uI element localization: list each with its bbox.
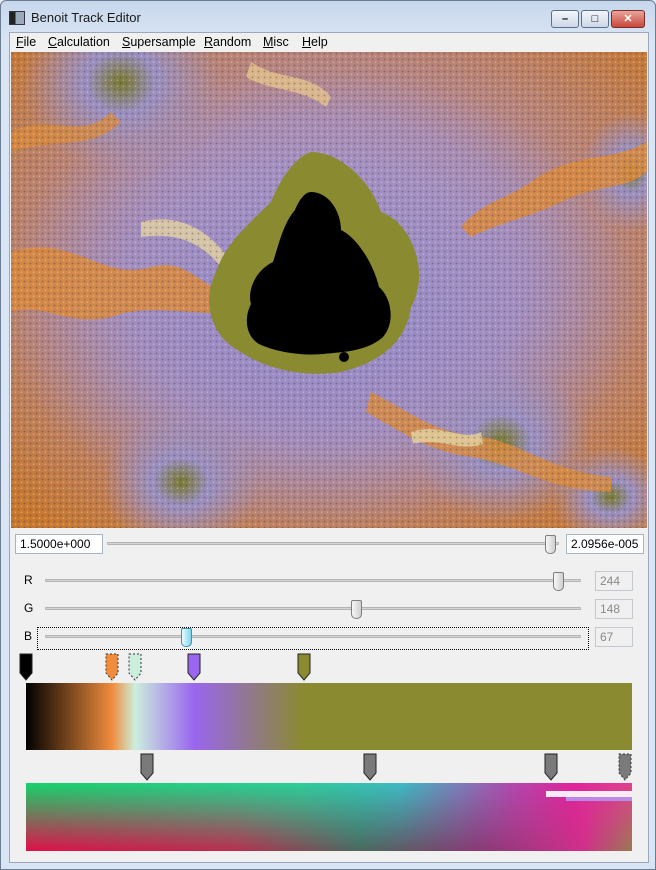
fractal-preview[interactable] xyxy=(11,52,647,528)
close-button[interactable]: ✕ xyxy=(611,10,645,28)
maximize-button[interactable]: □ xyxy=(581,10,609,28)
app-window: Benoit Track Editor – □ ✕ File Calculati… xyxy=(0,0,656,870)
green-slider-track[interactable] xyxy=(45,607,581,610)
minimize-icon: – xyxy=(561,13,569,25)
track-keyframe-marker[interactable] xyxy=(618,753,632,781)
menu-random[interactable]: Random xyxy=(204,35,251,49)
blue-value-field: 67 xyxy=(595,627,633,647)
red-slider-track[interactable] xyxy=(45,579,581,582)
red-slider-thumb[interactable] xyxy=(552,572,564,591)
zoom-start-field[interactable]: 1.5000e+000 xyxy=(15,534,103,554)
palette-stop-marker[interactable] xyxy=(297,653,311,681)
red-label: R xyxy=(24,573,33,587)
menu-help[interactable]: Help xyxy=(302,35,328,49)
track-keyframe-marker[interactable] xyxy=(140,753,154,781)
track-keyframe-marker[interactable] xyxy=(363,753,377,781)
menu-supersample[interactable]: Supersample xyxy=(122,35,196,49)
zoom-end-field[interactable]: 2.0956e-005 xyxy=(566,534,644,554)
app-icon xyxy=(9,11,25,25)
palette-stop-marker[interactable] xyxy=(187,653,201,681)
menu-bar: File Calculation Supersample Random Misc… xyxy=(10,33,648,51)
red-value-field: 244 xyxy=(595,571,633,591)
menu-misc[interactable]: Misc xyxy=(263,35,289,49)
menu-file[interactable]: File xyxy=(16,35,36,49)
palette-stop-marker[interactable] xyxy=(19,653,33,681)
blue-slider-thumb[interactable] xyxy=(180,628,192,647)
title-bar[interactable]: Benoit Track Editor – □ ✕ xyxy=(1,1,655,31)
palette-stop-marker[interactable] xyxy=(128,653,142,681)
window-title: Benoit Track Editor xyxy=(31,10,141,25)
green-label: G xyxy=(24,601,34,615)
maximize-icon: □ xyxy=(591,13,599,25)
blue-slider-focus xyxy=(37,627,589,650)
zoom-slider-thumb[interactable] xyxy=(544,535,556,554)
minimize-button[interactable]: – xyxy=(551,10,579,28)
palette-gradient[interactable] xyxy=(26,683,632,750)
menu-calculation[interactable]: Calculation xyxy=(48,35,110,49)
blue-slider-track[interactable] xyxy=(45,635,581,638)
green-slider-thumb[interactable] xyxy=(350,600,362,619)
track-keyframe-marker[interactable] xyxy=(544,753,558,781)
fractal-image xyxy=(11,52,647,528)
zoom-slider-track[interactable] xyxy=(107,542,559,545)
close-icon: ✕ xyxy=(623,13,633,25)
palette-stop-marker[interactable] xyxy=(105,653,119,681)
blue-label: B xyxy=(24,629,33,643)
green-value-field: 148 xyxy=(595,599,633,619)
track-gradient-image xyxy=(26,783,632,851)
client-area: File Calculation Supersample Random Misc… xyxy=(9,32,649,863)
track-gradient[interactable] xyxy=(26,783,632,851)
